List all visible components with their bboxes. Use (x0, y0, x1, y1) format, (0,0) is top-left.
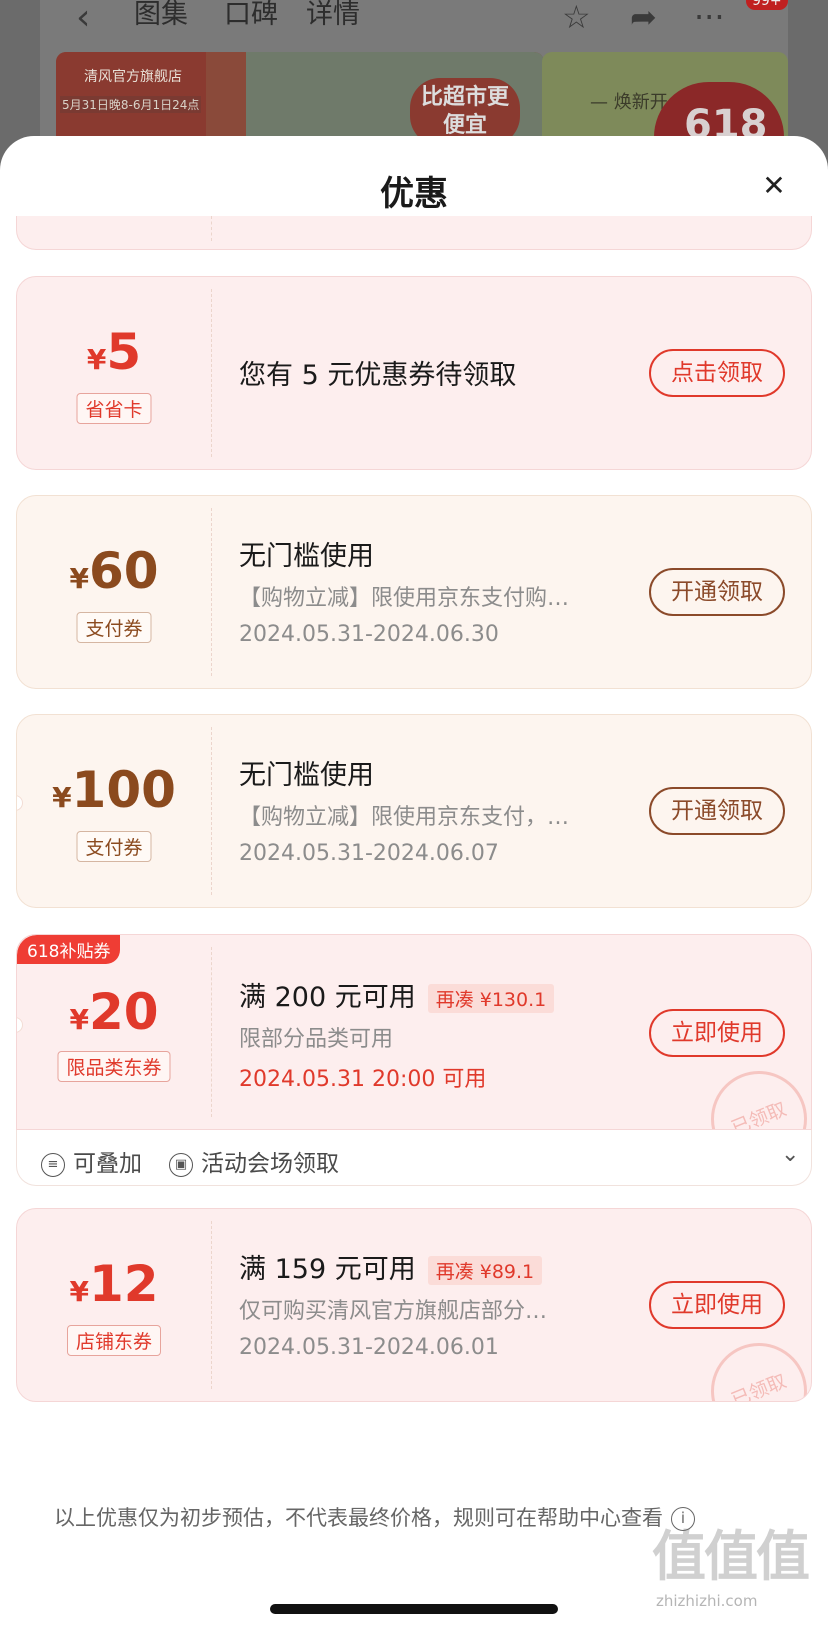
sheet-title: 优惠 (380, 174, 448, 214)
nav-tab-gallery: 图集 (134, 0, 188, 30)
coupon-type-tag: 省省卡 (76, 393, 152, 424)
banner-brand: 清风官方旗舰店 (84, 69, 182, 85)
ticket-icon: ▣ (169, 1152, 193, 1177)
claimed-stamp: 已领取 (696, 1056, 811, 1129)
coupon-footer: ≡ 可叠加 ▣ 活动会场领取 ⌄ (16, 1130, 812, 1186)
coupon-amount: ¥12 (17, 1255, 211, 1313)
coupon-type-tag: 限品类东券 (57, 1051, 171, 1082)
amount-needed-pill: 再凑 ¥130.1 (427, 984, 555, 1013)
coupon-amount: ¥100 (17, 761, 211, 819)
more-icon: ··· (694, 0, 725, 36)
coupon-description: 【购物立减】限使用京东支付，… (239, 805, 570, 830)
chevron-down-icon[interactable]: ⌄ (781, 1142, 799, 1167)
nav-tab-details: 详情 (306, 0, 360, 30)
subsidy-corner-badge: 618补贴券 (17, 935, 121, 964)
coupon-card: 618补贴券 ¥20 限品类东券 满 200 元可用 再凑 ¥130.1 限部分品… (16, 934, 812, 1130)
stackable-label: 可叠加 (73, 1151, 142, 1177)
coupon-description: 限部分品类可用 (239, 1027, 394, 1052)
source-label: 活动会场领取 (201, 1151, 339, 1177)
coupon-value: 20 (88, 983, 159, 1041)
screen: ‹ 图集 口碑 详情 ☆ ➦ ··· 99+ 清风官方旗舰店 5月31日晚8-6… (0, 0, 828, 1626)
close-icon[interactable]: ✕ (758, 170, 790, 202)
coupon-title: 无门槛使用 (239, 541, 374, 572)
coupon-title: 您有 5 元优惠券待领取 (239, 360, 517, 391)
coupon-description: 【购物立减】限使用京东支付购… (239, 586, 570, 611)
back-arrow-icon: ‹ (76, 0, 91, 38)
coupon-tag-wrap: 支付券 (17, 831, 211, 862)
coupon-value: 100 (71, 761, 176, 819)
disclaimer-label: 以上优惠仅为初步预估，不代表最终价格，规则可在帮助中心查看 (54, 1506, 663, 1530)
coupon-tag-wrap: 限品类东券 (17, 1051, 211, 1082)
coupon-title: 无门槛使用 (239, 760, 374, 791)
card-divider (211, 727, 212, 895)
coupon-validity: 2024.05.31-2024.06.30 (239, 622, 499, 647)
coupon-description: 仅可购买清风官方旗舰店部分… (239, 1299, 548, 1324)
card-divider (211, 1221, 212, 1389)
amount-needed-pill: 再凑 ¥89.1 (427, 1256, 543, 1285)
currency-symbol: ¥ (69, 1275, 89, 1308)
currency-symbol: ¥ (69, 1003, 89, 1036)
coupon-amount: ¥60 (17, 542, 211, 600)
share-icon: ➦ (630, 0, 657, 36)
card-divider (211, 289, 212, 457)
coupon-value: 60 (88, 542, 159, 600)
nav-tab-reviews: 口碑 (224, 0, 278, 30)
coupon-title: 满 200 元可用 (239, 982, 416, 1013)
coupon-title: 满 159 元可用 (239, 1254, 416, 1285)
claimed-stamp: 已领取 (696, 1328, 811, 1401)
watermark-logo: 值值值 (652, 1525, 810, 1588)
background-nav-bar: ‹ 图集 口碑 详情 ☆ ➦ ··· 99+ (40, 0, 788, 48)
coupon-amount: ¥20 (17, 983, 211, 1041)
coupon-amount: ¥5 (17, 323, 211, 381)
coupon-card: ¥5 省省卡 您有 5 元优惠券待领取 点击领取 (16, 276, 812, 470)
coupon-value: 12 (88, 1255, 159, 1313)
coupon-tag-wrap: 省省卡 (17, 393, 211, 424)
source-info: ▣ 活动会场领取 (169, 1144, 339, 1178)
card-divider (211, 508, 212, 676)
use-now-button[interactable]: 立即使用 (649, 1009, 785, 1057)
coupon-title-row: 满 159 元可用 再凑 ¥89.1 (239, 1247, 543, 1286)
coupon-validity: 2024.05.31 20:00 可用 (239, 1067, 487, 1092)
use-now-button[interactable]: 立即使用 (649, 1281, 785, 1329)
banner-date: 5月31日晚8-6月1日24点 (60, 96, 202, 113)
coupon-card: ¥100 支付券 无门槛使用 【购物立减】限使用京东支付，… 2024.05.3… (16, 714, 812, 908)
card-divider (211, 216, 212, 241)
currency-symbol: ¥ (69, 562, 89, 595)
coupon-card: ¥12 店铺东券 满 159 元可用 再凑 ¥89.1 仅可购买清风官方旗舰店部分… (16, 1208, 812, 1402)
notification-badge: 99+ (746, 0, 788, 10)
home-indicator[interactable] (270, 1604, 558, 1614)
coupon-tag-wrap: 店铺东券 (17, 1325, 211, 1356)
coupon-type-tag: 支付券 (76, 831, 152, 862)
coupon-card: ¥60 支付券 无门槛使用 【购物立减】限使用京东支付购… 2024.05.31… (16, 495, 812, 689)
claim-button[interactable]: 点击领取 (649, 349, 785, 397)
stackable-info: ≡ 可叠加 (41, 1144, 142, 1178)
watermark-site: zhizhizhi.com (656, 1592, 758, 1610)
coupon-title-row: 满 200 元可用 再凑 ¥130.1 (239, 975, 555, 1014)
currency-symbol: ¥ (86, 343, 107, 376)
coupon-tag-wrap: 支付券 (17, 612, 211, 643)
star-icon: ☆ (562, 0, 591, 36)
coupon-type-tag: 支付券 (76, 612, 152, 643)
activate-claim-button[interactable]: 开通领取 (649, 787, 785, 835)
coupon-validity: 2024.05.31-2024.06.01 (239, 1335, 499, 1360)
stack-icon: ≡ (41, 1152, 65, 1177)
coupon-card-partial (16, 216, 812, 250)
activate-claim-button[interactable]: 开通领取 (649, 568, 785, 616)
coupon-value: 5 (106, 323, 142, 381)
coupon-validity: 2024.05.31-2024.06.07 (239, 841, 499, 866)
coupon-type-tag: 店铺东券 (66, 1325, 162, 1356)
card-divider (211, 947, 212, 1117)
currency-symbol: ¥ (52, 781, 72, 814)
disclaimer-text: 以上优惠仅为初步预估，不代表最终价格，规则可在帮助中心查看 i (54, 1502, 695, 1532)
promo-right-text: — 焕新开 (590, 92, 668, 113)
discount-sheet: 优惠 ✕ ¥5 省省卡 您有 5 元优惠券待领取 点击领取 ¥60 支付券 无门… (0, 136, 828, 1626)
